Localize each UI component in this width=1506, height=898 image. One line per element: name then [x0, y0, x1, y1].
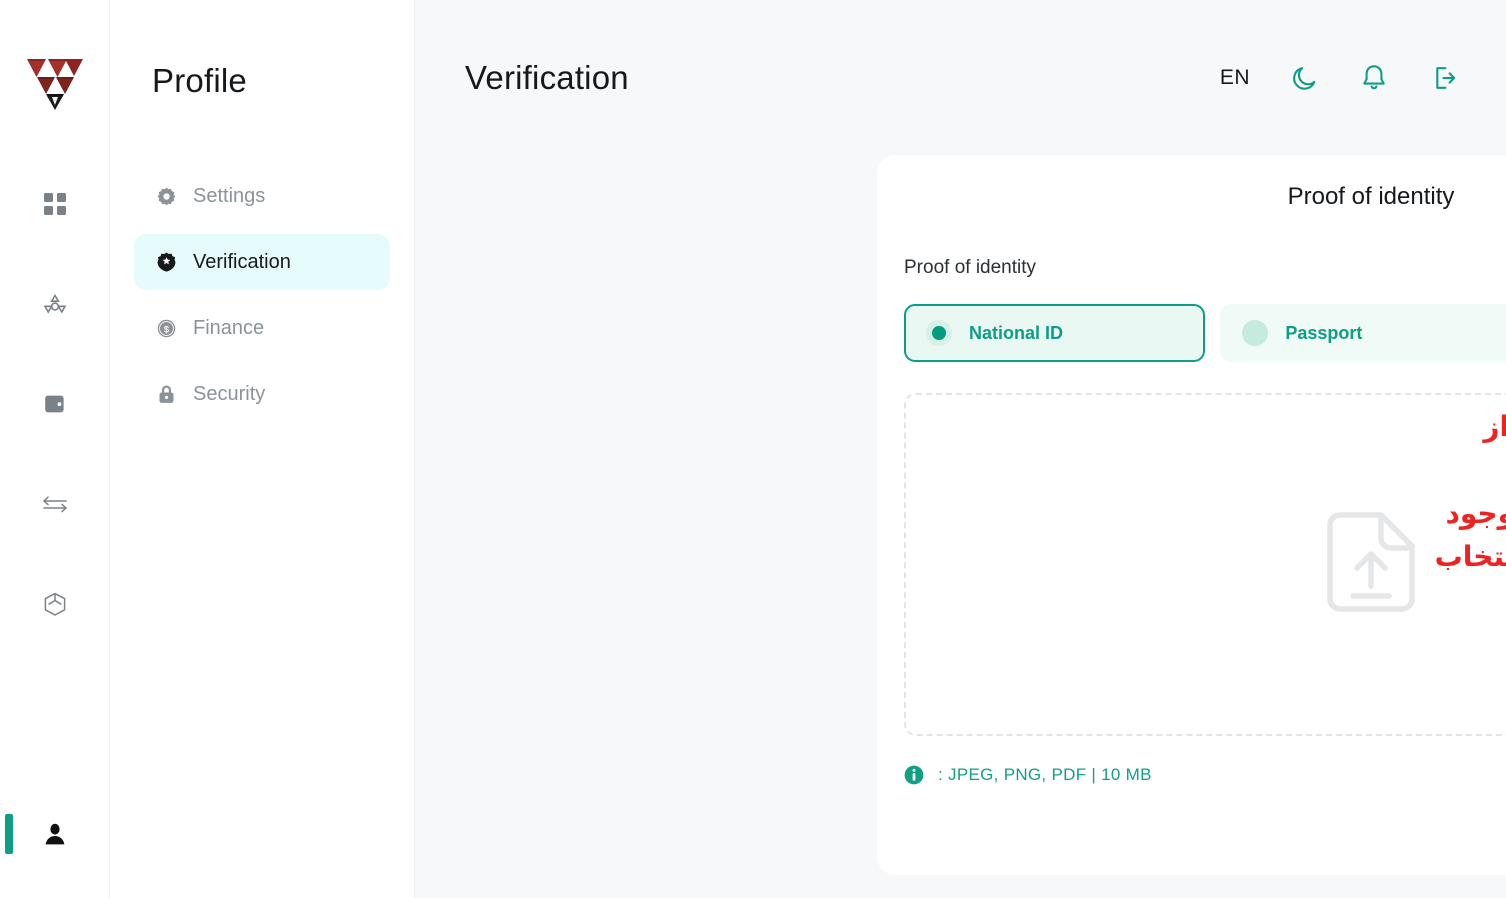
lock-icon [156, 384, 176, 404]
option-national-id[interactable]: National ID [904, 304, 1206, 362]
recycle-icon[interactable] [33, 282, 77, 326]
user-profile-icon[interactable] [44, 822, 66, 846]
radio-national-id[interactable] [926, 320, 952, 346]
sidebar-item-label: Finance [193, 316, 265, 339]
option-label: Passport [1285, 322, 1363, 343]
top-bar-actions: EN [1220, 63, 1458, 93]
logout-icon[interactable] [1428, 63, 1458, 93]
shield-icon [156, 252, 176, 272]
rail-icon-list [33, 182, 77, 626]
file-format-hint: : JPEG, PNG, PDF | 10 MB [904, 765, 1506, 785]
file-upload-icon [1325, 510, 1417, 619]
option-passport[interactable]: Passport [1220, 304, 1506, 362]
moon-icon[interactable] [1290, 63, 1320, 93]
svg-text:$: $ [163, 324, 169, 335]
radio-passport[interactable] [1242, 320, 1269, 346]
wallet-icon[interactable] [33, 382, 77, 426]
page-title: Verification [465, 58, 629, 96]
sidebar-title: Profile [152, 62, 247, 99]
sidebar-item-label: Verification [193, 250, 291, 273]
profile-sidebar: Profile Settings Verification $ Finance … [110, 0, 415, 898]
swap-arrows-icon[interactable] [33, 482, 77, 526]
app-root: Profile Settings Verification $ Finance … [0, 0, 1506, 898]
proof-of-identity-card: Proof of identity Proof of identity Nati… [877, 155, 1506, 875]
sidebar-item-settings[interactable]: Settings [134, 168, 390, 224]
gear-icon [156, 187, 176, 206]
info-icon [904, 765, 924, 785]
rail-bottom-profile[interactable] [0, 812, 110, 856]
w-logo-icon[interactable] [24, 52, 86, 114]
bell-icon[interactable] [1360, 63, 1388, 93]
sidebar-item-finance[interactable]: $ Finance [134, 300, 390, 356]
file-dropzone[interactable]: در این بخش گزینه احراز هویت با کارت ملی،… [904, 393, 1506, 736]
top-bar: Verification EN [415, 0, 1506, 155]
language-switcher[interactable]: EN [1220, 66, 1250, 90]
card-title: Proof of identity [1287, 183, 1455, 210]
dollar-coin-icon: $ [156, 319, 176, 338]
main-content: Verification EN Proof of identity Proof … [415, 0, 1506, 898]
persian-annotation: در این بخش گزینه احراز هویت با کارت ملی،… [1434, 410, 1506, 574]
sidebar-item-security[interactable]: Security [134, 366, 390, 422]
identity-type-options: National ID Passport Driving license [904, 304, 1506, 362]
grid-dashboard-icon[interactable] [33, 182, 77, 226]
sidebar-nav: Settings Verification $ Finance Security [134, 168, 390, 422]
sidebar-item-label: Settings [193, 184, 266, 207]
sidebar-item-label: Security [193, 382, 266, 405]
option-label: National ID [969, 322, 1064, 343]
field-label: Proof of identity [904, 257, 1037, 278]
icon-rail [0, 0, 110, 898]
file-format-hint-text: : JPEG, PNG, PDF | 10 MB [938, 765, 1152, 784]
active-indicator-bar [5, 814, 13, 854]
sidebar-item-verification[interactable]: Verification [134, 234, 390, 290]
cube-box-icon[interactable] [33, 582, 77, 626]
